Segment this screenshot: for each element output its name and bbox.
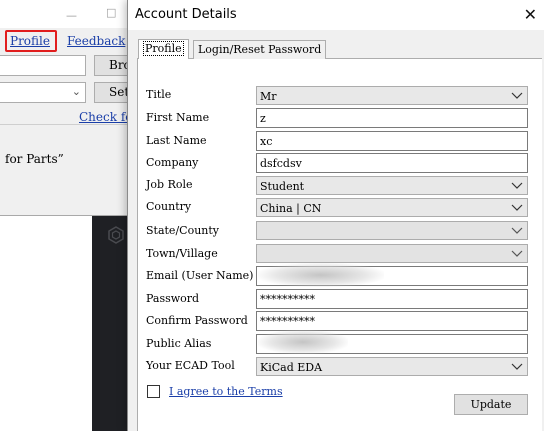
background-status-text: for Parts” bbox=[5, 152, 64, 166]
email-label: Email (User Name) bbox=[146, 269, 254, 282]
country-select[interactable]: China | CN bbox=[256, 198, 528, 217]
state-county-label: State/County bbox=[146, 224, 219, 237]
first-name-label: First Name bbox=[146, 111, 210, 124]
chevron-down-icon bbox=[509, 222, 525, 239]
terms-link[interactable]: I agree to the Terms bbox=[169, 385, 283, 398]
chevron-down-icon: ⌄ bbox=[71, 85, 81, 98]
last-name-label: Last Name bbox=[146, 134, 207, 147]
country-label: Country bbox=[146, 200, 192, 213]
password-field[interactable]: ********** bbox=[256, 289, 528, 309]
tab-login-reset-password[interactable]: Login/Reset Password bbox=[193, 40, 327, 59]
title-select-value: Mr bbox=[260, 90, 277, 103]
dialog-titlebar: Account Details ✕ bbox=[128, 0, 544, 30]
background-window: — □ Profile Feedback Bro ⌄ Sett Check fo… bbox=[0, 0, 140, 216]
town-village-label: Town/Village bbox=[146, 247, 218, 260]
ecad-tool-label: Your ECAD Tool bbox=[146, 359, 235, 372]
last-name-field[interactable]: xc bbox=[256, 131, 528, 151]
town-village-select[interactable] bbox=[256, 244, 528, 263]
app-logo-icon bbox=[108, 226, 124, 244]
profile-link-highlight bbox=[5, 30, 57, 52]
job-role-select[interactable]: Student bbox=[256, 176, 528, 195]
title-label: Title bbox=[146, 88, 172, 101]
dark-background-app bbox=[92, 216, 128, 431]
separator bbox=[0, 124, 128, 125]
tab-profile[interactable]: Profile bbox=[138, 39, 189, 59]
state-county-select[interactable] bbox=[256, 221, 528, 240]
agree-terms-checkbox[interactable] bbox=[147, 385, 160, 398]
job-role-label: Job Role bbox=[146, 178, 193, 191]
background-select[interactable]: ⌄ bbox=[0, 82, 86, 103]
company-label: Company bbox=[146, 156, 199, 169]
tab-login-reset-password-label: Login/Reset Password bbox=[198, 43, 322, 56]
chevron-down-icon bbox=[509, 177, 525, 194]
chevron-down-icon bbox=[509, 199, 525, 216]
title-select[interactable]: Mr bbox=[256, 86, 528, 105]
background-titlebar: — □ bbox=[0, 0, 140, 28]
minimize-icon[interactable]: — bbox=[66, 9, 77, 22]
ecad-tool-select[interactable]: KiCad EDA bbox=[256, 357, 528, 376]
confirm-password-label: Confirm Password bbox=[146, 314, 248, 327]
redacted-alias-blur bbox=[258, 330, 348, 354]
chevron-down-icon bbox=[509, 87, 525, 104]
close-icon[interactable]: ✕ bbox=[524, 5, 537, 24]
public-alias-label: Public Alias bbox=[146, 337, 212, 350]
update-button[interactable]: Update bbox=[454, 394, 528, 415]
chevron-down-icon bbox=[509, 358, 525, 375]
country-select-value: China | CN bbox=[260, 202, 322, 215]
check-link[interactable]: Check fo bbox=[79, 110, 132, 124]
dialog-title: Account Details bbox=[135, 7, 237, 22]
redacted-email-blur bbox=[258, 263, 384, 287]
first-name-field[interactable]: z bbox=[256, 108, 528, 128]
password-label: Password bbox=[146, 292, 200, 305]
chevron-down-icon bbox=[509, 245, 525, 262]
confirm-password-field[interactable]: ********** bbox=[256, 311, 528, 331]
feedback-link[interactable]: Feedback bbox=[67, 34, 125, 48]
ecad-tool-select-value: KiCad EDA bbox=[260, 361, 323, 374]
job-role-select-value: Student bbox=[260, 180, 305, 193]
background-path-input[interactable] bbox=[0, 55, 86, 76]
company-field[interactable]: dsfcdsv bbox=[256, 153, 528, 173]
tab-profile-label: Profile bbox=[143, 41, 184, 56]
maximize-icon[interactable]: □ bbox=[106, 6, 116, 19]
